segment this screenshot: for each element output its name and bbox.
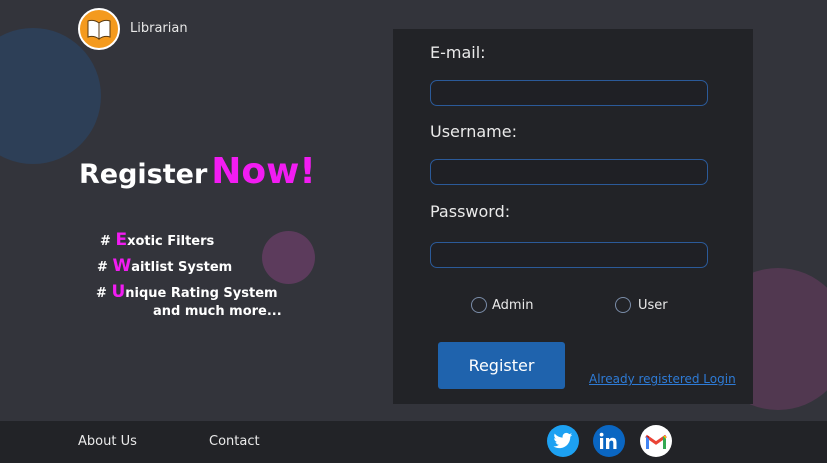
login-link[interactable]: Already registered Login: [589, 372, 736, 386]
username-label: Username:: [430, 122, 517, 141]
feature-hash: #: [97, 260, 108, 275]
title-emphasis: Now!: [211, 151, 316, 192]
admin-radio-label: Admin: [492, 298, 534, 313]
username-field[interactable]: [430, 159, 708, 185]
feature-item: # Waitlist System: [97, 256, 232, 276]
feature-text: xotic Filters: [127, 234, 215, 249]
feature-initial: W: [112, 256, 132, 276]
user-radio[interactable]: [615, 297, 631, 313]
twitter-icon[interactable]: [547, 425, 579, 457]
admin-radio[interactable]: [471, 297, 487, 313]
password-label: Password:: [430, 202, 511, 221]
contact-link[interactable]: Contact: [209, 434, 260, 449]
feature-item: # Exotic Filters: [100, 230, 214, 250]
feature-initial: U: [111, 282, 126, 302]
linkedin-icon[interactable]: [593, 425, 625, 457]
feature-text: aitlist System: [131, 260, 233, 275]
register-button[interactable]: Register: [438, 342, 565, 389]
feature-hash: #: [96, 286, 107, 301]
feature-hash: #: [100, 234, 111, 249]
gmail-icon[interactable]: [640, 425, 672, 457]
email-label: E-mail:: [430, 43, 486, 62]
title-prefix: Register: [79, 159, 208, 190]
page-title: Register Now!: [79, 151, 316, 192]
feature-initial: E: [115, 230, 128, 250]
about-us-link[interactable]: About Us: [78, 434, 137, 449]
decorative-circle-left: [0, 28, 101, 164]
book-icon[interactable]: [78, 8, 120, 50]
password-field[interactable]: [430, 242, 708, 268]
user-radio-label: User: [638, 298, 668, 313]
decorative-circle-middle: [262, 231, 315, 284]
feature-text: nique Rating System: [125, 286, 278, 301]
feature-item: # Unique Rating System: [96, 282, 278, 302]
email-field[interactable]: [430, 80, 708, 106]
brand-name: Librarian: [130, 21, 188, 36]
feature-more: and much more...: [153, 304, 282, 319]
